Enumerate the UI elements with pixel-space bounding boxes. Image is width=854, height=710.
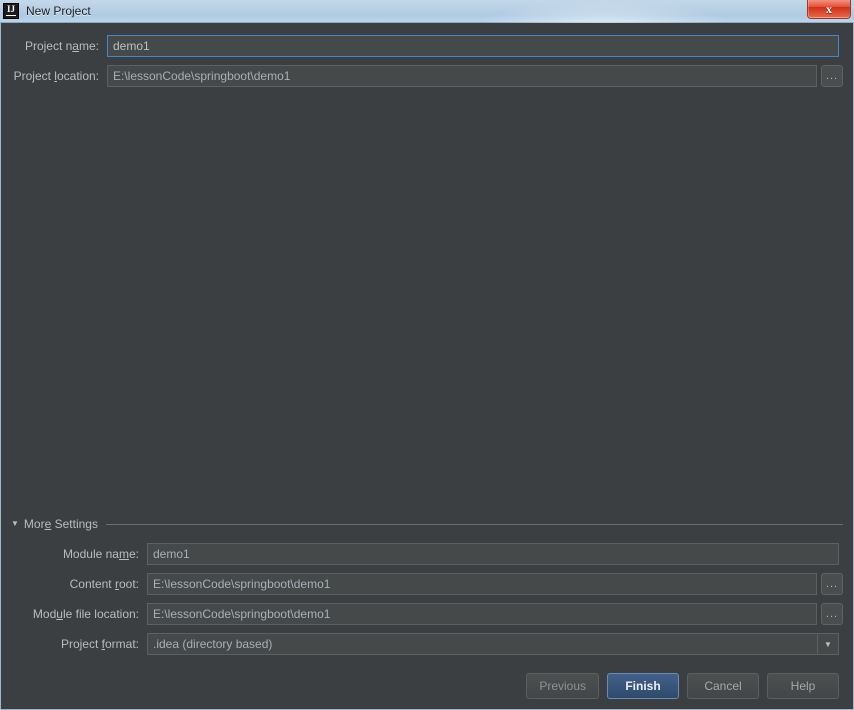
project-format-label: Project format: bbox=[60, 637, 139, 651]
chevron-down-icon: ▼ bbox=[11, 519, 19, 528]
close-icon[interactable]: x bbox=[807, 0, 851, 19]
window-title: New Project bbox=[26, 4, 91, 18]
project-location-label: Project location: bbox=[13, 69, 99, 83]
module-name-label: Module name: bbox=[62, 547, 139, 561]
content-root-input[interactable]: E:\lessonCode\springboot\demo1 bbox=[147, 573, 817, 595]
project-info-section: Project name: demo1 Project location: E:… bbox=[1, 23, 853, 87]
module-name-input[interactable]: demo1 bbox=[147, 543, 839, 565]
content-root-row: Content root: E:\lessonCode\springboot\d… bbox=[1, 573, 853, 595]
project-name-label: Project name: bbox=[24, 39, 99, 53]
titlebar-glow bbox=[474, 0, 734, 23]
new-project-dialog: IJ New Project x Project name: demo1 Pro… bbox=[0, 0, 854, 710]
module-name-row: Module name: demo1 bbox=[1, 543, 853, 565]
chevron-down-icon[interactable]: ▼ bbox=[817, 634, 838, 654]
content-root-label: Content root: bbox=[69, 577, 139, 591]
title-bar: IJ New Project x bbox=[0, 0, 854, 23]
module-file-location-input[interactable]: E:\lessonCode\springboot\demo1 bbox=[147, 603, 817, 625]
module-file-location-label: Module file location: bbox=[32, 607, 139, 621]
cancel-button[interactable]: Cancel bbox=[687, 673, 759, 699]
empty-content-panel bbox=[1, 87, 853, 515]
project-location-input[interactable]: E:\lessonCode\springboot\demo1 bbox=[107, 65, 817, 87]
more-settings-toggle[interactable]: ▼ More Settings bbox=[1, 515, 853, 533]
more-settings-section: Module name: demo1 Content root: E:\less… bbox=[1, 543, 853, 663]
project-format-value: .idea (directory based) bbox=[153, 637, 273, 651]
more-settings-label: More Settings bbox=[23, 517, 98, 531]
help-button[interactable]: Help bbox=[767, 673, 839, 699]
module-file-location-row: Module file location: E:\lessonCode\spri… bbox=[1, 603, 853, 625]
project-format-row: Project format: .idea (directory based) … bbox=[1, 633, 853, 655]
project-name-row: Project name: demo1 bbox=[1, 35, 853, 57]
dialog-body: Project name: demo1 Project location: E:… bbox=[0, 23, 854, 710]
module-file-location-browse-button[interactable]: ... bbox=[821, 603, 843, 625]
content-root-browse-button[interactable]: ... bbox=[821, 573, 843, 595]
finish-button[interactable]: Finish bbox=[607, 673, 679, 699]
project-name-input[interactable]: demo1 bbox=[107, 35, 839, 57]
project-location-browse-button[interactable]: ... bbox=[821, 65, 843, 87]
project-format-select[interactable]: .idea (directory based) ▼ bbox=[147, 633, 839, 655]
section-divider bbox=[105, 523, 843, 525]
previous-button[interactable]: Previous bbox=[526, 673, 599, 699]
project-location-row: Project location: E:\lessonCode\springbo… bbox=[1, 65, 853, 87]
intellij-idea-icon: IJ bbox=[3, 3, 19, 19]
dialog-button-bar: Previous Finish Cancel Help bbox=[1, 663, 853, 709]
